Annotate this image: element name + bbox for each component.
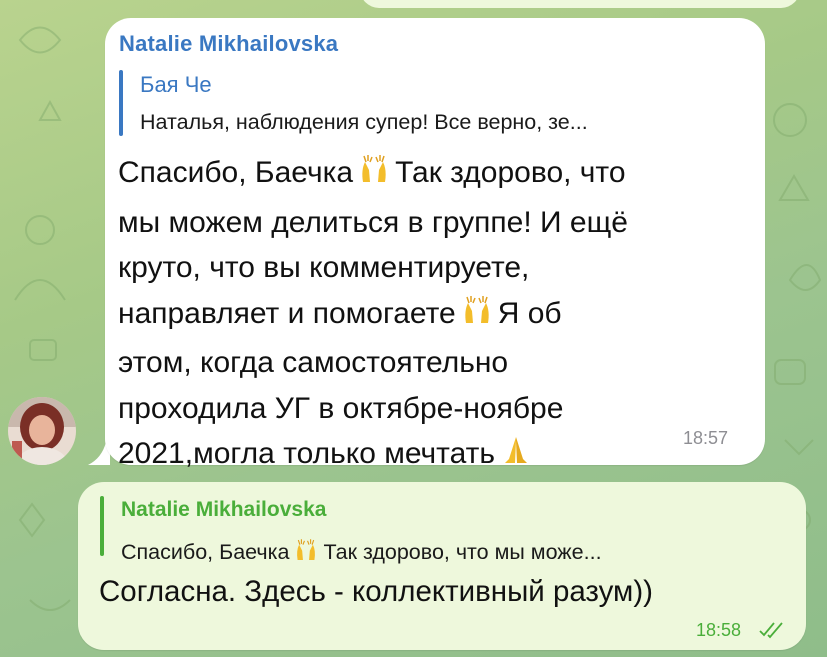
message-line: Спасибо, Баечка Так здорово, что bbox=[118, 150, 738, 200]
message-line: проходила УГ в октябре-ноябре bbox=[118, 391, 564, 425]
reply-author[interactable]: Natalie Mikhailovska bbox=[121, 498, 326, 522]
reply-author[interactable]: Бая Че bbox=[140, 72, 212, 98]
message-text: Спасибо, Баечка Так здорово, что мы можем… bbox=[118, 150, 738, 481]
message-line: направляет и помогаете Я об bbox=[118, 291, 738, 341]
reply-preview-text[interactable]: Спасибо, Баечка Так здорово, что мы може.… bbox=[121, 537, 602, 569]
message-line: круто, что вы комментируете, bbox=[118, 251, 530, 284]
reply-preview-text[interactable]: Наталья, наблюдения супер! Все верно, зе… bbox=[140, 110, 588, 135]
previous-message-bubble bbox=[360, 0, 800, 8]
avatar-photo-icon bbox=[8, 397, 76, 465]
raising-hands-emoji-icon bbox=[460, 293, 494, 341]
reply-quote-bar bbox=[100, 496, 104, 556]
double-check-icon bbox=[759, 622, 783, 639]
message-line: 2021,могла только мечтать bbox=[118, 431, 738, 481]
message-line: мы можем делиться в группе! И ещё bbox=[118, 205, 628, 239]
raising-hands-emoji-icon bbox=[293, 537, 319, 569]
sender-name[interactable]: Natalie Mikhailovska bbox=[119, 31, 338, 57]
message-text: Согласна. Здесь - коллективный разум)) bbox=[99, 575, 653, 608]
message-time: 18:57 bbox=[683, 428, 729, 448]
raising-hands-emoji-icon bbox=[357, 152, 391, 200]
message-time: 18:58 bbox=[696, 620, 742, 640]
reply-quote-bar bbox=[119, 70, 123, 136]
user-avatar-photo[interactable] bbox=[8, 397, 76, 465]
message-line: этом, когда самостоятельно bbox=[118, 346, 509, 379]
folded-hands-emoji-icon bbox=[499, 433, 533, 481]
